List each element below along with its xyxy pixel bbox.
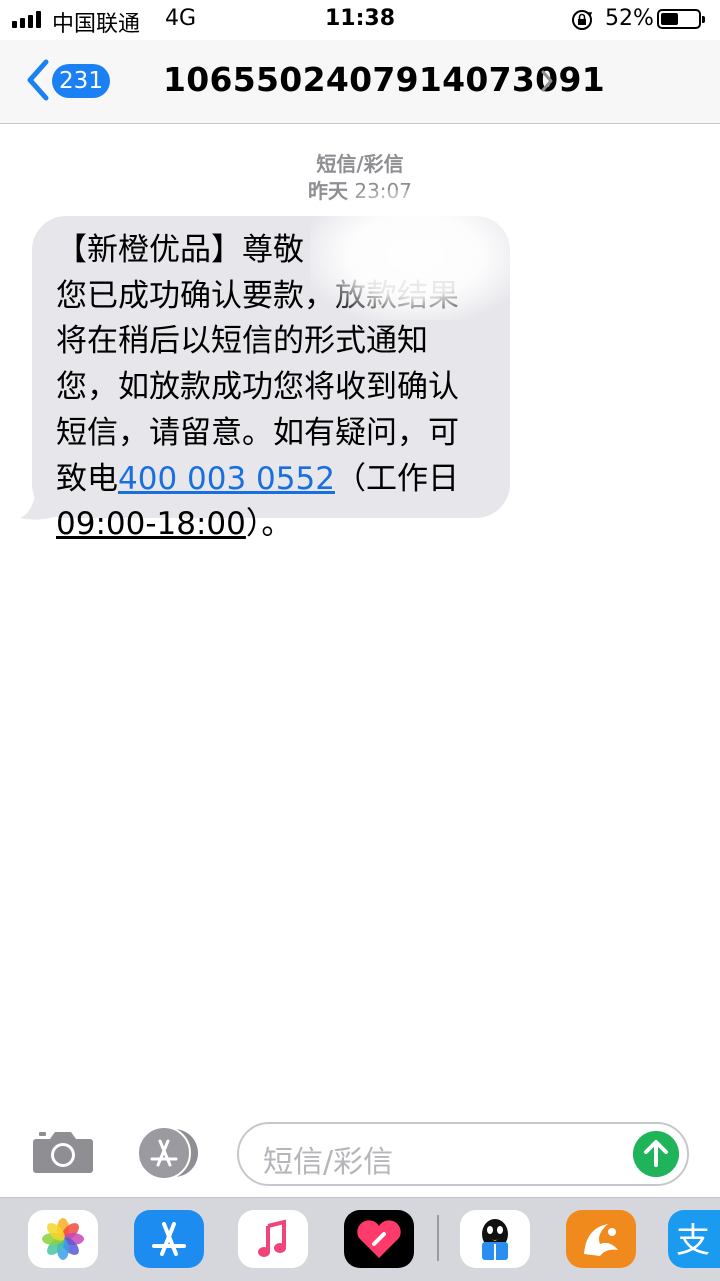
- drawer-divider: [437, 1215, 439, 1261]
- message-line: 将在稍后以短信的形式通知: [56, 323, 428, 360]
- back-chevron-icon[interactable]: [20, 56, 56, 104]
- battery-level: [661, 13, 678, 25]
- orientation-lock-icon: [572, 10, 593, 30]
- message-line: ）。: [245, 506, 293, 543]
- message-line: 您，如放款成功您将收到确认: [56, 369, 459, 406]
- unread-count-badge[interactable]: 231: [52, 64, 110, 98]
- digital-touch-icon[interactable]: [344, 1210, 414, 1268]
- app-store-icon[interactable]: [136, 1127, 202, 1179]
- music-icon[interactable]: [238, 1210, 308, 1268]
- app-store-icon[interactable]: [134, 1210, 204, 1268]
- phone-link[interactable]: 400 003 0552: [118, 461, 335, 497]
- uc-browser-icon[interactable]: [566, 1210, 636, 1268]
- message-line: （工作日: [334, 460, 459, 497]
- camera-icon[interactable]: [32, 1127, 94, 1175]
- send-arrow-icon[interactable]: [633, 1131, 679, 1177]
- status-bar: 中国联通 4G 11:38 52%: [0, 0, 720, 40]
- message-type-label: 短信/彩信: [316, 152, 404, 176]
- photos-icon[interactable]: [28, 1210, 98, 1268]
- app-drawer: 支: [0, 1197, 720, 1281]
- message-line: 【新橙优品】尊敬: [56, 232, 304, 268]
- chevron-right-icon[interactable]: [539, 68, 555, 94]
- alipay-glyph: 支: [676, 1221, 710, 1261]
- nav-bar: 231 1065502407914073091: [0, 40, 720, 124]
- input-placeholder: 短信/彩信: [263, 1145, 394, 1180]
- redaction-blur: [310, 190, 520, 320]
- message-line: 致电: [56, 460, 118, 497]
- alipay-icon[interactable]: 支: [668, 1210, 720, 1268]
- message-line: 短信，请留意。如有疑问，可: [56, 414, 459, 451]
- qq-icon[interactable]: [460, 1210, 530, 1268]
- battery-icon: [657, 9, 705, 29]
- battery-percent: 52%: [605, 6, 654, 31]
- work-hours-link[interactable]: 09:00-18:00: [56, 506, 246, 542]
- message-input[interactable]: 短信/彩信: [237, 1122, 689, 1186]
